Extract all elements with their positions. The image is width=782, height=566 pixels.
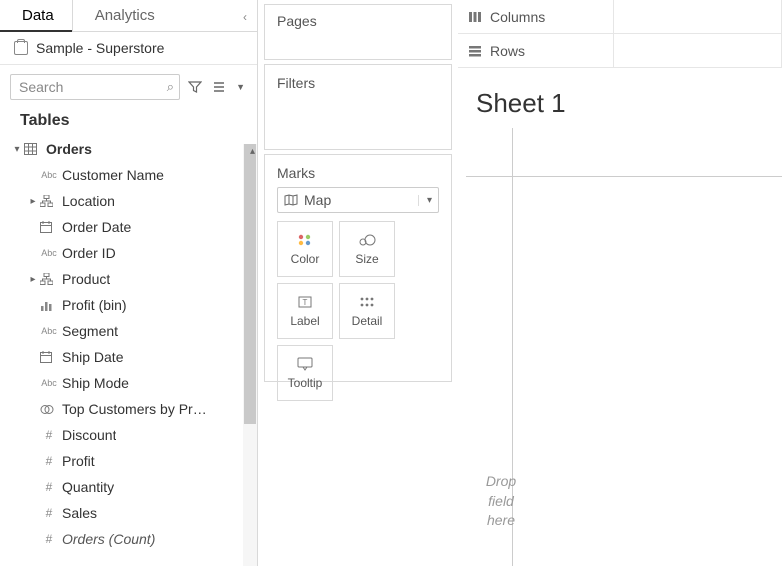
field-row[interactable]: ▸ Location xyxy=(0,188,257,214)
field-type-icon: Abc xyxy=(40,377,58,389)
marks-color[interactable]: Color xyxy=(277,221,333,277)
field-row[interactable]: AbcOrder ID xyxy=(0,240,257,266)
pages-card[interactable]: Pages xyxy=(264,4,452,60)
field-row[interactable]: AbcShip Mode xyxy=(0,370,257,396)
field-label: Sales xyxy=(58,505,97,521)
field-row[interactable]: #Sales xyxy=(0,500,257,526)
sheet-title[interactable]: Sheet 1 xyxy=(466,76,782,119)
scroll-up-icon[interactable]: ▴ xyxy=(250,146,255,157)
field-row[interactable]: #Profit xyxy=(0,448,257,474)
field-label: Profit (bin) xyxy=(58,297,127,313)
field-label: Top Customers by Pr… xyxy=(58,401,207,417)
collapse-pane-icon[interactable]: ‹ xyxy=(243,10,247,24)
rows-drop-zone[interactable] xyxy=(614,34,782,67)
color-icon xyxy=(295,232,315,248)
field-type-icon xyxy=(40,195,58,207)
filters-card[interactable]: Filters xyxy=(264,64,452,150)
field-row[interactable]: #Orders (Count) xyxy=(0,526,257,552)
field-row[interactable]: AbcSegment xyxy=(0,318,257,344)
field-type-icon: Abc xyxy=(40,169,58,181)
field-label: Discount xyxy=(58,427,116,443)
field-label: Quantity xyxy=(58,479,114,495)
field-label: Segment xyxy=(58,323,118,339)
rows-icon xyxy=(468,45,482,57)
field-label: Order ID xyxy=(58,245,116,261)
detail-icon xyxy=(357,294,377,310)
field-type-icon: # xyxy=(40,506,58,520)
marks-detail[interactable]: Detail xyxy=(339,283,395,339)
marks-tooltip[interactable]: Tooltip xyxy=(277,345,333,401)
chevron-down-icon: ▾ xyxy=(418,195,432,206)
field-type-icon xyxy=(40,300,58,311)
expand-icon[interactable]: ▸ xyxy=(26,274,40,285)
filters-title: Filters xyxy=(277,75,439,91)
expand-icon[interactable]: ▾ xyxy=(10,144,24,155)
field-type-icon: # xyxy=(40,428,58,442)
field-label: Location xyxy=(58,193,115,209)
columns-icon xyxy=(468,11,482,23)
marks-card: Marks Map ▾ Color Size T La xyxy=(264,154,452,382)
marks-size[interactable]: Size xyxy=(339,221,395,277)
datasource-row[interactable]: Sample - Superstore xyxy=(0,32,257,65)
field-type-icon xyxy=(40,351,58,363)
table-label: Orders xyxy=(42,141,92,157)
field-type-icon: Abc xyxy=(40,325,58,337)
map-icon xyxy=(284,194,298,206)
search-icon[interactable]: ⌕ xyxy=(167,79,174,95)
field-label: Ship Date xyxy=(58,349,123,365)
rows-shelf[interactable]: Rows xyxy=(458,34,614,67)
field-row[interactable]: Top Customers by Pr… xyxy=(0,396,257,422)
field-row[interactable]: #Discount xyxy=(0,422,257,448)
field-row[interactable]: ▸ Product xyxy=(0,266,257,292)
size-icon xyxy=(357,232,377,248)
drop-field-hint[interactable]: Drop field here xyxy=(480,472,522,531)
field-label: Profit xyxy=(58,453,95,469)
field-type-icon xyxy=(40,221,58,233)
tab-data[interactable]: Data xyxy=(0,0,72,31)
tables-heading: Tables xyxy=(0,106,257,134)
field-type-icon: # xyxy=(40,454,58,468)
columns-drop-zone[interactable] xyxy=(614,0,782,33)
marks-label[interactable]: T Label xyxy=(277,283,333,339)
filter-icon[interactable] xyxy=(186,78,204,96)
field-label: Ship Mode xyxy=(58,375,129,391)
canvas-horizontal-guide xyxy=(466,176,782,177)
expand-icon[interactable]: ▸ xyxy=(26,196,40,207)
field-type-icon: Abc xyxy=(40,247,58,259)
pages-title: Pages xyxy=(277,13,439,29)
svg-text:T: T xyxy=(303,298,308,307)
field-type-icon xyxy=(40,273,58,285)
field-label: Order Date xyxy=(58,219,131,235)
marks-title: Marks xyxy=(277,165,439,181)
table-orders[interactable]: ▾ Orders xyxy=(0,136,257,162)
field-type-icon: # xyxy=(40,480,58,494)
field-label: Product xyxy=(58,271,110,287)
field-row[interactable]: AbcCustomer Name xyxy=(0,162,257,188)
field-label: Orders (Count) xyxy=(58,531,155,547)
mark-type-label: Map xyxy=(304,192,331,208)
label-icon: T xyxy=(295,294,315,310)
tab-analytics[interactable]: Analytics ‹ xyxy=(72,0,257,31)
table-icon xyxy=(24,143,42,155)
datasource-name: Sample - Superstore xyxy=(36,40,164,56)
scrollbar[interactable] xyxy=(243,144,257,566)
view-list-icon[interactable] xyxy=(210,78,228,96)
columns-shelf[interactable]: Columns xyxy=(458,0,614,33)
search-input[interactable] xyxy=(10,74,180,100)
field-type-icon: # xyxy=(40,532,58,546)
scrollbar-thumb[interactable] xyxy=(244,144,256,424)
field-row[interactable]: Ship Date xyxy=(0,344,257,370)
field-row[interactable]: Profit (bin) xyxy=(0,292,257,318)
field-row[interactable]: Order Date xyxy=(0,214,257,240)
field-label: Customer Name xyxy=(58,167,164,183)
mark-type-dropdown[interactable]: Map ▾ xyxy=(277,187,439,213)
tooltip-icon xyxy=(295,356,315,372)
datasource-icon xyxy=(14,41,28,55)
field-row[interactable]: #Quantity xyxy=(0,474,257,500)
dropdown-caret-icon[interactable]: ▼ xyxy=(234,80,247,94)
tab-analytics-label: Analytics xyxy=(95,7,155,24)
field-type-icon xyxy=(40,404,58,415)
